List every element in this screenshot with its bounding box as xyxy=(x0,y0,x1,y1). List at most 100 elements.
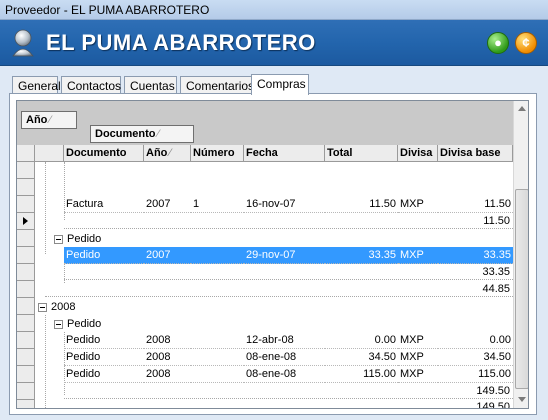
column-header-divisa[interactable]: Divisa xyxy=(398,145,438,162)
cell-divisa-base: 34.50 xyxy=(438,349,513,366)
column-header-label: Divisa base xyxy=(440,147,501,159)
row-indicator[interactable] xyxy=(17,281,35,298)
table-row[interactable]: Pedido 2008 08-ene-08 34.50 MXP 34.50 xyxy=(35,349,513,366)
column-header-divisa-base[interactable]: Divisa base xyxy=(438,145,513,162)
cell-fecha: 16-nov-07 xyxy=(244,196,325,213)
table-row[interactable]: Factura 2007 1 16-nov-07 11.50 MXP 11.50 xyxy=(35,196,513,213)
tab-comentarios[interactable]: Comentarios xyxy=(180,76,255,94)
cell-anio: 2008 xyxy=(144,349,191,366)
column-header-anio[interactable]: Año ⁄ xyxy=(144,145,191,162)
cell-divisa-base: 11.50 xyxy=(438,196,513,213)
scroll-down-button[interactable] xyxy=(514,392,528,408)
collapse-icon[interactable] xyxy=(38,303,47,312)
group-label: 2008 xyxy=(51,301,76,313)
client-area: General Contactos Cuentas Comentarios Co… xyxy=(0,67,548,420)
cell-numero: 1 xyxy=(191,196,244,213)
window-title: Proveedor - EL PUMA ABARROTERO xyxy=(5,3,210,17)
arrow-up-icon xyxy=(518,106,526,111)
collapse-icon[interactable] xyxy=(54,235,63,244)
cell-documento: Pedido xyxy=(64,332,144,349)
cell-fecha: 08-ene-08 xyxy=(244,349,325,366)
row-indicator[interactable] xyxy=(17,179,35,196)
column-header-label: Año xyxy=(146,147,168,159)
logo-icon xyxy=(12,29,34,57)
column-header-label: Documento xyxy=(66,147,127,159)
row-indicator[interactable] xyxy=(17,247,35,264)
cell-fecha: 12-abr-08 xyxy=(244,332,325,349)
cell-numero xyxy=(191,349,244,366)
cell-anio: 2008 xyxy=(144,366,191,383)
row-indicator[interactable] xyxy=(17,196,35,213)
scroll-up-button[interactable] xyxy=(514,101,528,117)
row-indicator[interactable] xyxy=(17,366,35,383)
currency-icon[interactable]: ¢ xyxy=(515,32,537,54)
purchases-grid[interactable]: Año ⁄ Documento ⁄ Documento Año ⁄ Número Fe… xyxy=(16,100,529,409)
cell-anio: 2007 xyxy=(144,247,191,264)
cell-divisa-base: 115.00 xyxy=(438,366,513,383)
cell-divisa-base: 0.00 xyxy=(438,332,513,349)
tab-cuentas[interactable]: Cuentas xyxy=(124,76,177,94)
group-separator xyxy=(64,279,513,280)
column-header-numero[interactable]: Número xyxy=(191,145,244,162)
row-indicator[interactable] xyxy=(17,349,35,366)
year-total-2008: 149.50 xyxy=(476,401,510,409)
tab-label: General xyxy=(18,79,61,93)
title-bar[interactable]: Proveedor - EL PUMA ABARROTERO xyxy=(0,0,548,20)
column-header-label: Número xyxy=(193,147,235,159)
cell-fecha: 08-ene-08 xyxy=(244,366,325,383)
cell-anio: 2007 xyxy=(144,196,191,213)
row-indicator-selected[interactable] xyxy=(17,213,35,230)
group-chip-documento[interactable]: Documento ⁄ xyxy=(90,125,194,143)
cell-divisa: MXP xyxy=(398,247,438,264)
group-indent-header xyxy=(35,145,64,162)
column-header-fecha[interactable]: Fecha xyxy=(244,145,325,162)
tab-label: Comentarios xyxy=(186,79,255,93)
tab-general[interactable]: General xyxy=(12,76,61,94)
tab-label: Cuentas xyxy=(130,79,175,93)
group-chip-anio[interactable]: Año ⁄ xyxy=(21,111,77,129)
column-header-documento[interactable]: Documento xyxy=(64,145,144,162)
column-header-label: Total xyxy=(327,147,353,159)
table-row-selected[interactable]: Pedido 2007 29-nov-07 33.35 MXP 33.35 xyxy=(35,247,513,264)
currency-glyph: ¢ xyxy=(522,35,530,50)
sort-icon: ⁄ xyxy=(169,147,172,159)
compras-panel: Año ⁄ Documento ⁄ Documento Año ⁄ Número Fe… xyxy=(9,93,537,415)
cell-total: 0.00 xyxy=(325,332,398,349)
group-by-area[interactable]: Año ⁄ Documento ⁄ xyxy=(17,101,513,145)
row-indicator[interactable] xyxy=(17,162,35,179)
row-indicator[interactable] xyxy=(17,383,35,400)
column-header-total[interactable]: Total xyxy=(325,145,398,162)
tab-label: Contactos xyxy=(67,79,122,93)
vertical-scrollbar[interactable] xyxy=(513,101,528,408)
app-header: EL PUMA ABARROTERO ● ¢ xyxy=(0,20,548,66)
table-row[interactable]: Pedido 2008 08-ene-08 115.00 MXP 115.00 xyxy=(35,366,513,383)
row-indicator[interactable] xyxy=(17,400,35,408)
cell-documento: Factura xyxy=(64,196,144,213)
group-chip-label: Documento xyxy=(95,128,156,140)
cell-divisa: MXP xyxy=(398,366,438,383)
column-header-label: Fecha xyxy=(246,147,278,159)
cell-documento: Pedido xyxy=(64,349,144,366)
tab-contactos[interactable]: Contactos xyxy=(61,76,121,94)
tab-compras[interactable]: Compras xyxy=(251,74,309,95)
circle-icon[interactable]: ● xyxy=(487,32,509,54)
row-indicator[interactable] xyxy=(17,332,35,349)
scroll-thumb[interactable] xyxy=(515,189,528,389)
cell-divisa: MXP xyxy=(398,332,438,349)
row-indicator[interactable] xyxy=(17,264,35,281)
row-indicator[interactable] xyxy=(17,230,35,247)
table-row[interactable]: Pedido 2008 12-abr-08 0.00 MXP 0.00 xyxy=(35,332,513,349)
arrow-down-icon xyxy=(518,397,526,402)
column-header-label: Divisa xyxy=(400,147,433,159)
group-label: Pedido xyxy=(67,233,102,245)
cell-fecha: 29-nov-07 xyxy=(244,247,325,264)
row-indicator[interactable] xyxy=(17,298,35,315)
sort-icon: ⁄ xyxy=(49,114,52,126)
collapse-icon[interactable] xyxy=(54,320,63,329)
row-indicator-header xyxy=(17,145,35,162)
group-chip-label: Año xyxy=(26,114,48,126)
year-total-row: 149.50 xyxy=(35,399,513,409)
row-indicator[interactable] xyxy=(17,315,35,332)
cell-divisa-base: 33.35 xyxy=(438,247,513,264)
cell-numero xyxy=(191,247,244,264)
